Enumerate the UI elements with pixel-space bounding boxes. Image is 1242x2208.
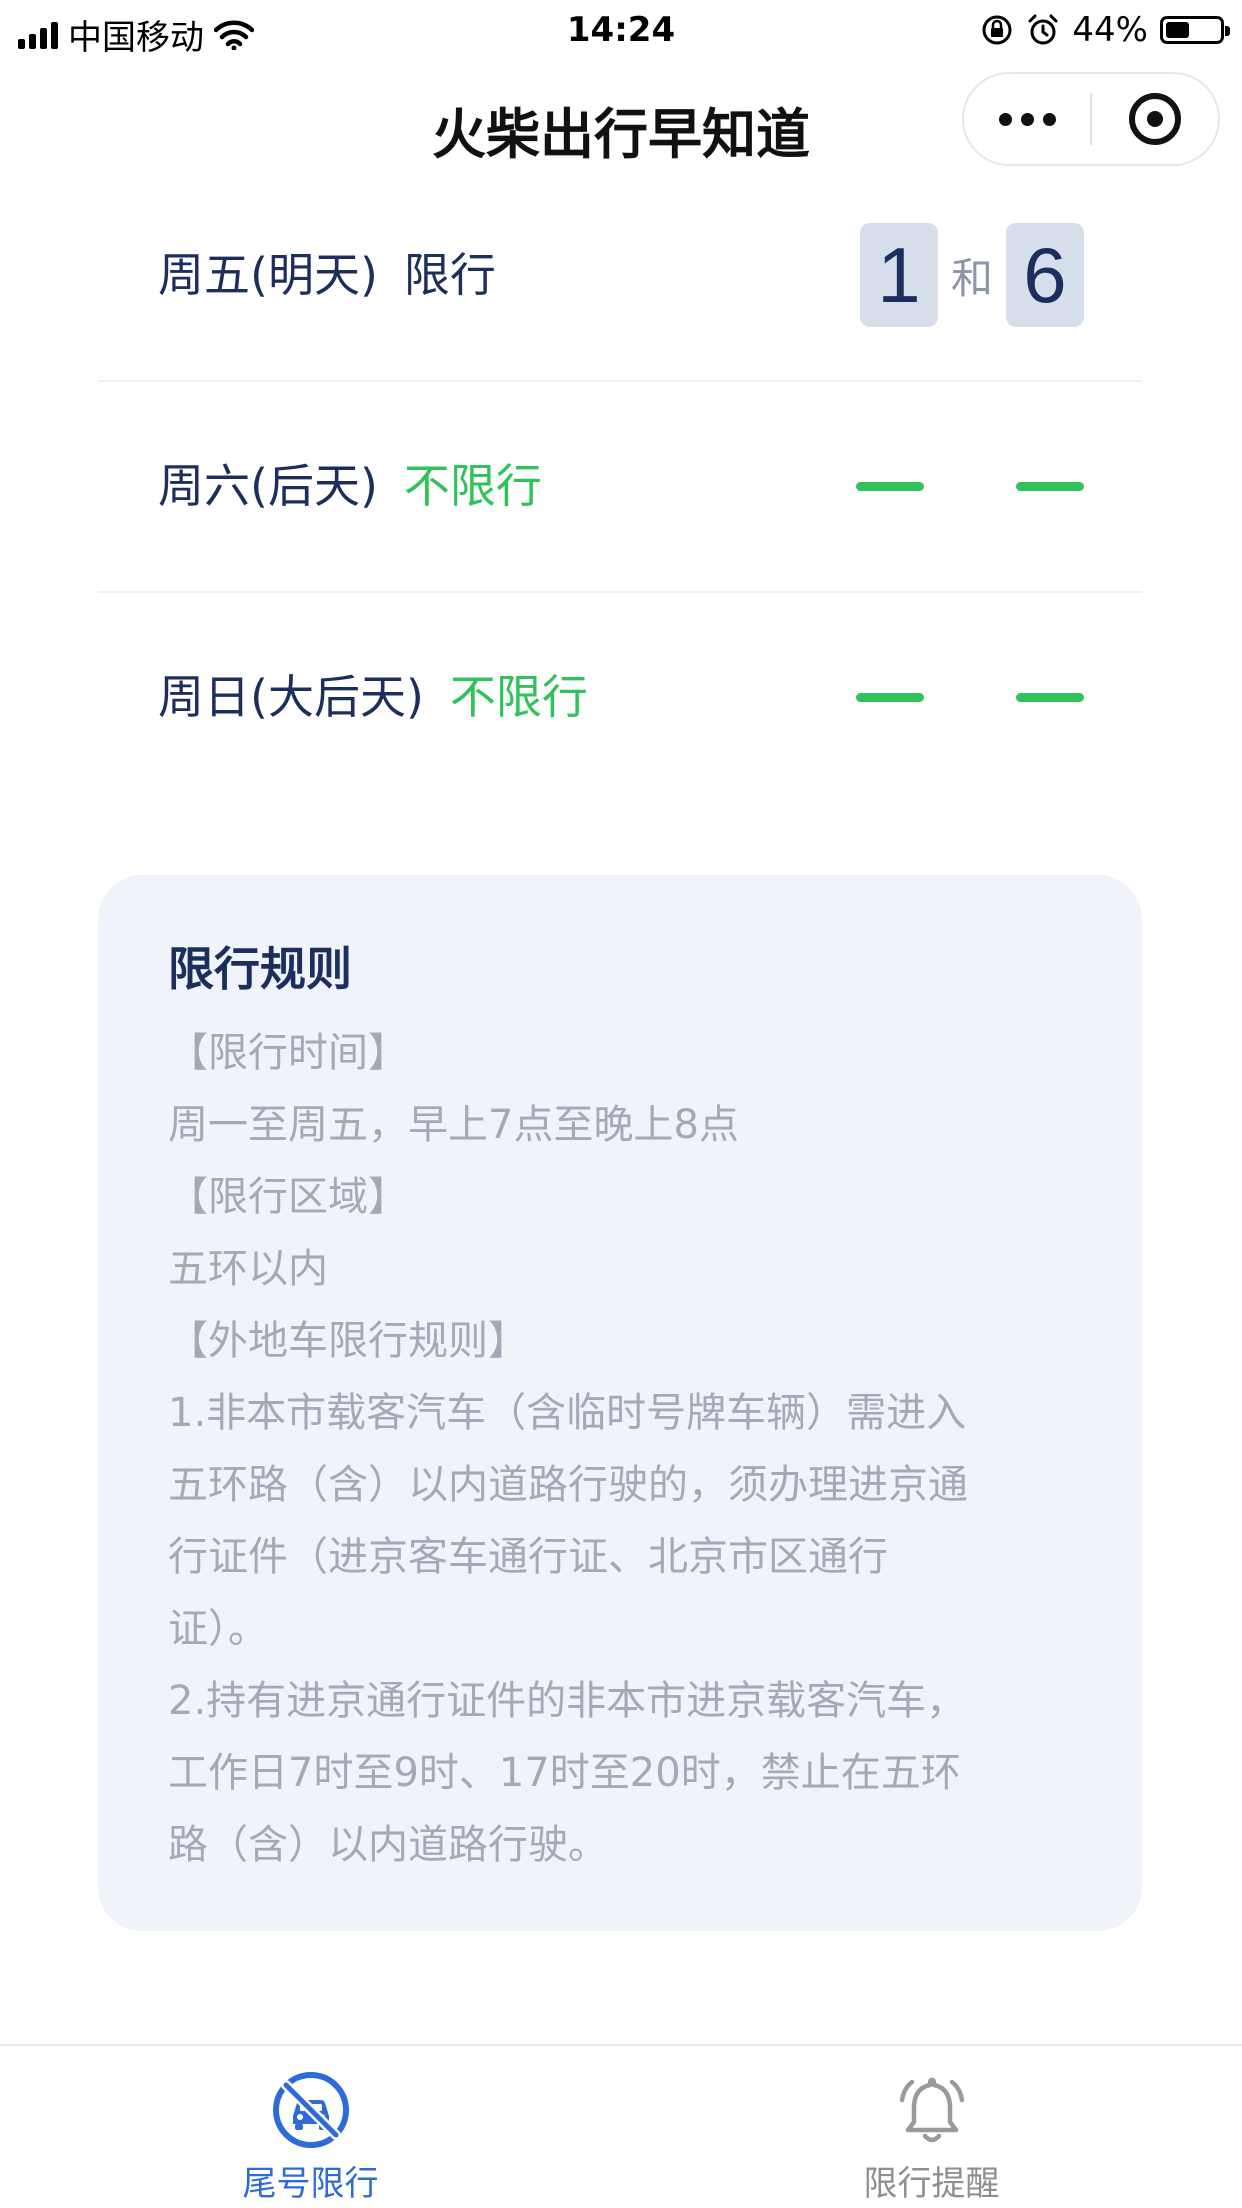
day-status: 不限行 [403,459,542,513]
close-mini-program-button[interactable] [1092,74,1218,164]
rules-line: 周一至周五，早上7点至晚上8点 [168,1102,739,1148]
day-row-friday: 周五(明天) 限行 1 和 6 [98,170,1142,380]
rules-line: 路（含）以内道路行驶。 [168,1822,608,1868]
status-bar: 中国移动 14:24 44% [0,0,1242,62]
bell-icon [899,2077,964,2143]
day-name: 周日(大后天) [158,670,424,724]
rules-line: 2.持有进京通行证件的非本市进京载客汽车， [168,1678,967,1724]
more-button[interactable] [964,74,1090,164]
no-restriction-dash [1016,692,1084,702]
day-label: 周六(后天) 不限行 [158,381,542,591]
tab-restriction-reminder[interactable]: 限行提醒 [621,2046,1242,2208]
plate-number-box: 6 [1006,223,1084,327]
tab-plate-restriction[interactable]: 尾号限行 [0,2046,621,2208]
mini-program-capsule [962,72,1220,166]
plate-and-text: 和 [950,253,993,303]
rules-line: 五环路（含）以内道路行驶的，须办理进京通 [168,1462,968,1508]
plate-numbers: 1 和 6 [860,170,1084,380]
rules-title: 限行规则 [168,942,352,996]
no-restriction-dash [1016,481,1084,491]
target-icon [1128,93,1181,145]
battery-percent: 44% [1072,10,1148,50]
alarm-icon [1028,14,1058,45]
rules-line: 1.非本市载客汽车（含临时号牌车辆）需进入 [168,1390,967,1436]
day-status: 限行 [403,248,496,302]
day-row-sunday: 周日(大后天) 不限行 [98,592,1142,802]
day-label: 周日(大后天) 不限行 [158,592,588,802]
day-status: 不限行 [449,670,588,724]
day-name: 周五(明天) [158,248,378,302]
day-name: 周六(后天) [158,459,378,513]
tab-bar: 尾号限行 限行提醒 [0,2044,1242,2208]
plate-number-box: 1 [860,223,938,327]
page: 中国移动 14:24 44% 火柴出行早知道 周五(明天) 限行 1 和 6 周… [0,0,1242,2208]
day-row-saturday: 周六(后天) 不限行 [98,381,1142,591]
rules-line: 五环以内 [168,1246,328,1292]
status-right: 44% [980,10,1230,50]
nav-bar: 火柴出行早知道 [0,62,1242,180]
rotation-lock-icon [982,15,1012,45]
day-label: 周五(明天) 限行 [158,170,496,380]
battery-icon [1160,16,1230,44]
plate-dashes [856,381,1084,591]
no-car-icon [272,2072,349,2148]
plate-dashes [856,592,1084,802]
battery-fill [1166,22,1189,38]
no-restriction-dash [856,692,924,702]
rules-line: 行证件（进京客车通行证、北京市区通行 [168,1534,888,1580]
more-dots-icon [998,112,1056,126]
tab-label: 限行提醒 [863,2164,1000,2204]
rules-line: 【外地车限行规则】 [168,1318,528,1364]
rules-line: 【限行区域】 [168,1174,408,1220]
rules-card: 限行规则 【限行时间】 周一至周五，早上7点至晚上8点 【限行区域】 五环以内 … [98,875,1142,1931]
tab-label: 尾号限行 [242,2164,379,2204]
no-restriction-dash [856,481,924,491]
rules-line: 【限行时间】 [168,1030,408,1076]
rules-line: 工作日7时至9时、17时至20时，禁止在五环 [168,1750,961,1796]
rules-line: 证）。 [168,1606,268,1652]
